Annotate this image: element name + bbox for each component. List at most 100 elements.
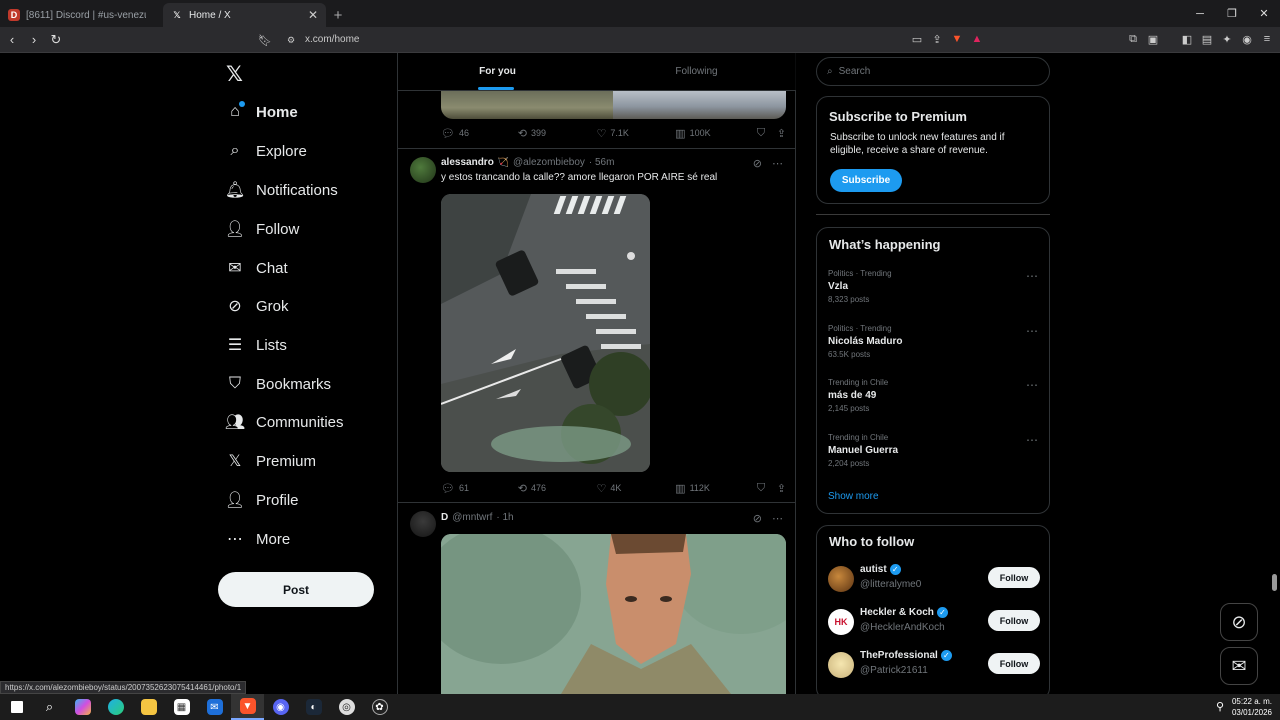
trend-item[interactable]: Politics · Trending Nicolás Maduro 63.5K… xyxy=(828,324,1038,359)
minimize-icon[interactable]: ─ xyxy=(1184,0,1216,27)
messages-fab-button[interactable]: ✉ xyxy=(1220,647,1258,685)
network-icon[interactable]: ⚲ xyxy=(1216,700,1224,713)
site-info-icon[interactable]: ⚙ xyxy=(284,33,298,47)
nav-home[interactable]: ⌂ Home xyxy=(226,100,298,124)
new-tab-button[interactable]: + xyxy=(326,3,350,27)
nav-follow[interactable]: 👤︎ Follow xyxy=(225,217,300,241)
restore-icon[interactable]: ❐ xyxy=(1216,0,1248,27)
nav-grok[interactable]: ⊘ Grok xyxy=(226,294,288,318)
previous-tweet-media[interactable] xyxy=(441,91,786,119)
more-icon[interactable]: ⋯ xyxy=(1026,269,1038,283)
subscribe-button[interactable]: Subscribe xyxy=(830,169,902,192)
trend-item[interactable]: Trending in Chile más de 49 2,145 posts … xyxy=(828,378,1038,413)
nav-chat[interactable]: ✉ Chat xyxy=(226,256,287,280)
tweet-time[interactable]: · 56m xyxy=(589,157,615,168)
reload-icon[interactable]: ↻ xyxy=(46,30,66,50)
more-icon[interactable]: ⋯ xyxy=(1026,378,1038,392)
share-button[interactable]: ⇪ xyxy=(777,482,786,495)
reply-button[interactable]: 💬︎ 46 xyxy=(441,127,518,140)
avatar[interactable] xyxy=(410,511,436,537)
share-button[interactable]: ⇪ xyxy=(777,127,786,140)
views-button[interactable]: ▥ 100K xyxy=(675,127,757,140)
grok-fab-button[interactable]: ⊘ xyxy=(1220,603,1258,641)
nav-explore[interactable]: ⌕ Explore xyxy=(226,139,307,163)
steam-app[interactable]: ◐ xyxy=(297,694,330,720)
edge-app[interactable] xyxy=(99,694,132,720)
follow-button[interactable]: Follow xyxy=(988,610,1040,631)
tweet-photo[interactable] xyxy=(441,194,650,472)
tab-discord[interactable]: D [8611] Discord | #us-venezuela-discu xyxy=(0,3,163,27)
author-handle[interactable]: @mntwrf xyxy=(452,512,492,523)
repost-button[interactable]: ⟲ 476 xyxy=(518,482,597,495)
nav-premium[interactable]: 𝕏 Premium xyxy=(226,449,316,473)
extensions-icon[interactable]: ⧉ xyxy=(1126,32,1140,46)
follow-suggestion[interactable]: TheProfessional ✓ @Patrick21611 Follow xyxy=(828,650,1040,680)
brave-app[interactable]: ▼ xyxy=(231,694,264,720)
obs-app[interactable]: ◎ xyxy=(330,694,363,720)
x-logo-icon[interactable]: 𝕏 xyxy=(226,62,243,87)
search-input[interactable]: ⌕ Search xyxy=(816,57,1050,86)
repost-button[interactable]: ⟲ 399 xyxy=(518,127,597,140)
nav-communities[interactable]: 👥︎ Communities xyxy=(225,410,344,434)
explorer-app[interactable] xyxy=(132,694,165,720)
page-scrollbar[interactable] xyxy=(1270,53,1280,694)
trend-item[interactable]: Trending in Chile Manuel Guerra 2,204 po… xyxy=(828,433,1038,468)
views-button[interactable]: ▥ 112K xyxy=(675,482,757,495)
nav-profile[interactable]: 👤︎ Profile xyxy=(225,488,299,512)
sidebar-icon[interactable]: ◧ xyxy=(1180,32,1194,46)
forward-icon[interactable]: › xyxy=(24,30,44,50)
vpn-icon[interactable]: ◉ xyxy=(1240,32,1254,46)
like-button[interactable]: ♡ 4K xyxy=(596,482,675,495)
avatar[interactable] xyxy=(410,157,436,183)
tab-home-x[interactable]: 𝕏 Home / X ✕ xyxy=(163,3,326,27)
copilot-app[interactable] xyxy=(66,694,99,720)
leo-icon[interactable]: ✦ xyxy=(1220,32,1234,46)
avatar[interactable] xyxy=(828,652,854,678)
start-button[interactable] xyxy=(0,694,33,720)
tweet-video[interactable] xyxy=(441,534,786,694)
grok-icon[interactable]: ⊘ xyxy=(753,157,762,170)
more-icon[interactable]: ⋯ xyxy=(772,157,783,170)
more-icon[interactable]: ⋯ xyxy=(1026,324,1038,338)
nav-more[interactable]: ⋯ More xyxy=(226,527,290,551)
follow-suggestion[interactable]: autist ✓ @litteralyme0 Follow xyxy=(828,564,1040,594)
trend-item[interactable]: Politics · Trending Vzla 8,323 posts ⋯ xyxy=(828,269,1038,304)
rewards-icon[interactable]: ▲ xyxy=(970,32,984,46)
author-handle[interactable]: @alezombieboy xyxy=(513,157,585,168)
avatar[interactable] xyxy=(828,566,854,592)
like-button[interactable]: ♡ 7.1K xyxy=(596,127,675,140)
tweet-time[interactable]: · 1h xyxy=(496,512,513,523)
bookmark-page-icon[interactable]: 🔖︎ xyxy=(258,33,272,47)
tab-search-icon[interactable]: ▣ xyxy=(1146,32,1160,46)
nav-notifications[interactable]: 🔔︎ Notifications xyxy=(225,178,338,202)
author-name[interactable]: alessandro xyxy=(441,157,494,168)
follow-button[interactable]: Follow xyxy=(988,567,1040,588)
store-app[interactable]: ▦ xyxy=(165,694,198,720)
bookmark-button[interactable]: ⛉ xyxy=(757,482,777,495)
chatgpt-app[interactable]: ✿ xyxy=(363,694,396,720)
tab-for-you[interactable]: For you xyxy=(398,53,597,90)
wallet-icon[interactable]: ▤ xyxy=(1200,32,1214,46)
system-clock[interactable]: 05:22 a. m. 03/01/2026 xyxy=(1232,696,1272,718)
tab-following[interactable]: Following xyxy=(597,53,796,90)
post-button[interactable]: Post xyxy=(218,572,374,607)
scrollbar-thumb[interactable] xyxy=(1272,574,1277,591)
reply-button[interactable]: 💬︎ 61 xyxy=(441,482,518,495)
more-icon[interactable]: ⋯ xyxy=(772,512,783,525)
menu-icon[interactable]: ≡ xyxy=(1260,32,1274,46)
cast-icon[interactable]: ▭ xyxy=(910,32,924,46)
close-window-icon[interactable]: ✕ xyxy=(1248,0,1280,27)
search-button[interactable]: ⌕ xyxy=(33,694,66,720)
bookmark-button[interactable]: ⛉ xyxy=(757,127,777,140)
nav-lists[interactable]: ☰ Lists xyxy=(226,333,287,357)
nav-bookmarks[interactable]: ⛉ Bookmarks xyxy=(226,372,331,396)
follow-suggestion[interactable]: HK Heckler & Koch ✓ @HecklerAndKoch Follo… xyxy=(828,607,1040,637)
url-field[interactable]: x.com/home xyxy=(305,34,359,45)
share-icon[interactable]: ⇪ xyxy=(930,32,944,46)
follow-button[interactable]: Follow xyxy=(988,653,1040,674)
brave-shield-icon[interactable]: ▼ xyxy=(950,32,964,46)
show-more-link[interactable]: Show more xyxy=(828,491,879,502)
mail-app[interactable]: ✉ xyxy=(198,694,231,720)
back-icon[interactable]: ‹ xyxy=(2,30,22,50)
author-name[interactable]: D xyxy=(441,512,448,523)
